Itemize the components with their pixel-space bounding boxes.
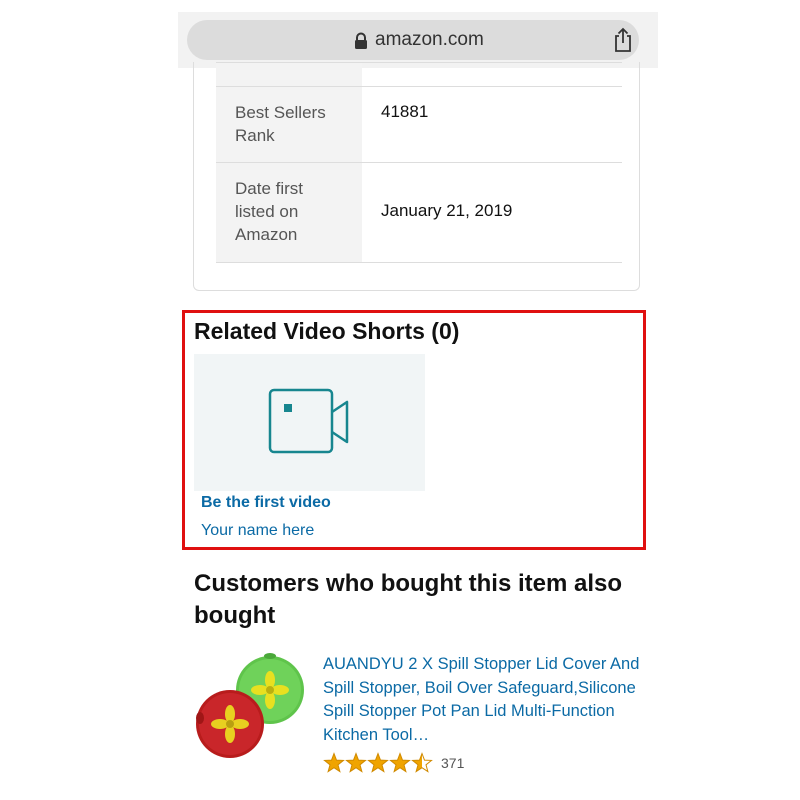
video-thumbnail	[194, 354, 425, 491]
browser-toolbar: amazon.com	[178, 12, 658, 68]
upload-video-card[interactable]: Be the first video Your name here	[194, 354, 425, 546]
be-the-first-video-link[interactable]: Be the first video	[201, 494, 331, 512]
star-icon	[367, 752, 389, 773]
date-first-listed-value: January 21, 2019	[381, 201, 513, 220]
best-sellers-rank-label: Best Sellers Rank	[216, 87, 362, 164]
table-row-cutoff	[216, 62, 622, 87]
date-first-listed-label: Date first listed on Amazon	[216, 163, 362, 262]
product-title-link[interactable]: AUANDYU 2 X Spill Stopper Lid Cover And …	[323, 653, 643, 747]
address-bar[interactable]: amazon.com	[187, 20, 639, 60]
star-icon	[411, 752, 433, 773]
star-icon	[345, 752, 367, 773]
your-name-here-text[interactable]: Your name here	[201, 522, 314, 540]
star-rating[interactable]	[323, 752, 435, 774]
related-video-shorts-heading: Related Video Shorts (0)	[194, 318, 460, 344]
share-icon[interactable]	[611, 27, 635, 53]
url-text[interactable]: amazon.com	[375, 29, 484, 51]
review-count[interactable]: 371	[441, 755, 464, 771]
star-icon	[323, 752, 345, 773]
table-label-cell	[216, 63, 362, 87]
best-sellers-rank-value: 41881	[381, 102, 429, 121]
table-row: Date first listed on Amazon January 21, …	[216, 162, 622, 263]
product-image[interactable]	[194, 652, 318, 788]
lock-icon	[355, 32, 367, 49]
customers-also-bought-heading: Customers who bought this item also boug…	[194, 570, 623, 629]
table-row: Best Sellers Rank 41881	[216, 86, 622, 164]
product-details-table: Best Sellers Rank 41881 Date first liste…	[193, 62, 640, 291]
video-camera-icon	[268, 388, 349, 454]
star-icon	[389, 752, 411, 773]
